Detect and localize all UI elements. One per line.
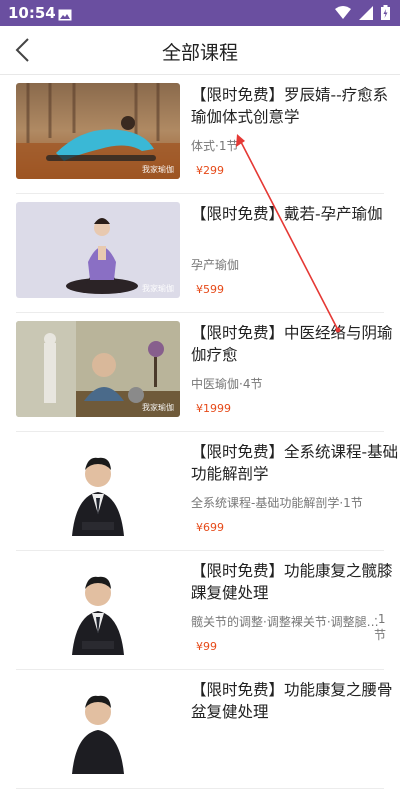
course-subtitle: 孕产瑜伽 [191, 258, 240, 272]
course-item[interactable]: 【限时免费】全系统课程-基础功能解剖学 全系统课程-基础功能解剖学·1节 ¥69… [16, 432, 398, 551]
course-thumbnail [16, 440, 180, 536]
page-title: 全部课程 [161, 42, 238, 64]
course-price: ¥299 [196, 164, 224, 177]
course-subtitle-extra: ·1节 [374, 612, 387, 642]
course-title: 【限时免费】罗辰婧--疗愈系瑜伽体式创意学 [191, 86, 389, 126]
course-item[interactable]: 【限时免费】功能康复之腰骨盆复健处理 [16, 670, 393, 789]
thumbnail-watermark: 我家瑜伽 [142, 284, 174, 293]
course-item[interactable]: 我家瑜伽 【限时免费】罗辰婧--疗愈系瑜伽体式创意学 体式·1节 ¥299 [16, 75, 388, 194]
course-title: 【限时免费】中医经络与阴瑜伽疗愈 [191, 324, 393, 364]
course-subtitle: 中医瑜伽·4节 [191, 377, 263, 391]
course-thumbnail [16, 678, 180, 774]
course-price: ¥1999 [196, 402, 231, 415]
status-bar: 10:54 [0, 0, 400, 26]
course-thumbnail: 我家瑜伽 [16, 321, 180, 417]
course-price: ¥99 [196, 640, 217, 653]
course-price: ¥599 [196, 283, 224, 296]
signal-icon [359, 5, 373, 24]
course-subtitle: 体式·1节 [191, 139, 239, 153]
thumbnail-watermark: 我家瑜伽 [142, 403, 174, 412]
course-subtitle: 全系统课程-基础功能解剖学·1节 [191, 496, 363, 510]
course-thumbnail [16, 559, 180, 655]
course-title: 【限时免费】功能康复之髋膝踝复健处理 [191, 562, 393, 602]
app-header: 全部课程 [0, 26, 400, 75]
course-price: ¥699 [196, 521, 224, 534]
course-item[interactable]: 我家瑜伽 【限时免费】戴若-孕产瑜伽 孕产瑜伽 ¥599 [16, 194, 384, 313]
wifi-icon [335, 5, 351, 24]
course-list: 我家瑜伽 【限时免费】罗辰婧--疗愈系瑜伽体式创意学 体式·1节 ¥299 我家… [0, 75, 400, 789]
course-title: 【限时免费】戴若-孕产瑜伽 [191, 205, 383, 223]
course-title: 【限时免费】功能康复之腰骨盆复健处理 [191, 681, 393, 721]
image-icon [58, 6, 72, 25]
thumbnail-watermark: 我家瑜伽 [142, 165, 174, 174]
status-time: 10:54 [8, 4, 56, 22]
course-item[interactable]: 我家瑜伽 【限时免费】中医经络与阴瑜伽疗愈 中医瑜伽·4节 ¥1999 [16, 313, 393, 432]
course-thumbnail: 我家瑜伽 [16, 202, 180, 298]
course-item[interactable]: 【限时免费】功能康复之髋膝踝复健处理 髋关节的调整·调整裸关节·调整腿部... … [16, 551, 393, 670]
course-title: 【限时免费】全系统课程-基础功能解剖学 [191, 443, 399, 483]
battery-icon [381, 5, 390, 24]
course-subtitle: 髋关节的调整·调整裸关节·调整腿部... [191, 615, 381, 629]
course-thumbnail: 我家瑜伽 [16, 83, 180, 179]
